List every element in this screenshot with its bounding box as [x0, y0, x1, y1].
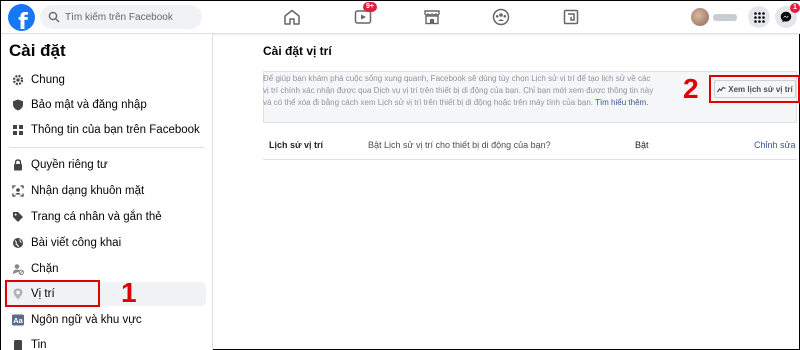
- edit-link[interactable]: Chỉnh sửa: [754, 140, 796, 150]
- annotation-box-location: [5, 280, 100, 307]
- sidebar-title: Cài đặt: [9, 41, 66, 60]
- sidebar-divider: [9, 147, 205, 148]
- sidebar-item-label: Bảo mật và đăng nhập: [31, 99, 147, 111]
- page-title: Cài đặt vị trí: [263, 44, 332, 58]
- sidebar-item-general[interactable]: Chung: [4, 68, 206, 92]
- sidebar-item-label: Chặn: [31, 263, 59, 275]
- messenger-badge: 1: [790, 3, 800, 13]
- messenger-icon: [780, 11, 792, 23]
- profile-name-blurred: [713, 13, 737, 21]
- annotation-step-2: 2: [683, 73, 699, 104]
- search-bar[interactable]: [40, 5, 202, 29]
- sidebar-item-your-info[interactable]: Thông tin của bạn trên Facebook: [4, 118, 206, 142]
- avatar: [691, 8, 709, 26]
- gaming-icon: [563, 9, 579, 25]
- messenger-button[interactable]: 1: [775, 3, 800, 28]
- nav-marketplace[interactable]: [419, 5, 445, 29]
- sidebar-item-label: Bài viết công khai: [31, 237, 122, 249]
- location-history-row: Lịch sử vị trí Bật Lịch sử vị trí cho th…: [263, 129, 797, 160]
- gear-icon: [12, 74, 24, 86]
- sidebar-item-label: Trang cá nhân và gắn thẻ: [31, 211, 162, 223]
- top-navbar: f 9+: [1, 1, 800, 34]
- shield-icon: [13, 99, 23, 111]
- face-id-icon: [12, 185, 24, 197]
- sidebar-item-label: Chung: [31, 74, 65, 86]
- search-input[interactable]: [65, 11, 195, 23]
- sidebar-item-label: Nhận dạng khuôn mặt: [31, 185, 145, 197]
- annotation-box-history: [709, 75, 800, 103]
- block-user-icon: [12, 264, 24, 275]
- sidebar-item-public-posts[interactable]: Bài viết công khai: [4, 231, 206, 255]
- language-icon: Aa: [12, 314, 24, 326]
- sidebar-item-language[interactable]: Aa Ngôn ngữ và khu vực: [4, 308, 206, 332]
- groups-icon: [492, 8, 510, 26]
- sidebar-item-label: Quyền riêng tư: [31, 159, 108, 171]
- search-icon: [48, 11, 60, 23]
- nav-home[interactable]: [279, 5, 305, 29]
- marketplace-icon: [424, 10, 440, 25]
- sidebar-item-label: Tin: [31, 339, 47, 350]
- sidebar-item-privacy[interactable]: Quyền riêng tư: [4, 153, 206, 177]
- sidebar-item-profile-tagging[interactable]: Trang cá nhân và gắn thẻ: [4, 205, 206, 229]
- facebook-logo-letter: f: [18, 10, 28, 32]
- menu-grid-icon: [753, 11, 765, 23]
- sidebar-item-face-recognition[interactable]: Nhận dạng khuôn mặt: [4, 179, 206, 203]
- sidebar-item-security[interactable]: Bảo mật và đăng nhập: [4, 93, 206, 117]
- facebook-square-icon: [13, 125, 23, 135]
- menu-button[interactable]: [748, 6, 770, 28]
- sidebar-item-blocking[interactable]: Chặn: [4, 257, 206, 281]
- home-icon: [284, 9, 300, 25]
- setting-status: Bật: [635, 140, 649, 150]
- story-icon: [14, 340, 22, 350]
- setting-label: Lịch sử vị trí: [269, 140, 324, 150]
- setting-question: Bật Lịch sử vị trí cho thiết bị di động …: [368, 140, 551, 150]
- nav-groups[interactable]: [488, 5, 514, 29]
- nav-gaming[interactable]: [558, 5, 584, 29]
- profile-chip[interactable]: [691, 7, 743, 27]
- learn-more-link[interactable]: Tìm hiểu thêm.: [595, 98, 648, 107]
- location-info-text: Để giúp bạn khám phá cuộc sống xung quan…: [263, 73, 658, 109]
- svg-text:Aa: Aa: [13, 316, 23, 325]
- tag-icon: [13, 212, 23, 222]
- sidebar-item-stories[interactable]: Tin: [4, 333, 206, 350]
- sidebar-item-label: Ngôn ngữ và khu vực: [31, 314, 142, 326]
- facebook-logo[interactable]: f: [8, 4, 35, 31]
- lock-icon: [14, 159, 22, 171]
- watch-badge: 9+: [363, 2, 377, 12]
- nav-watch[interactable]: 9+: [350, 2, 377, 29]
- globe-icon: [13, 238, 23, 248]
- annotation-step-1: 1: [121, 277, 137, 308]
- sidebar-item-label: Thông tin của bạn trên Facebook: [31, 124, 200, 136]
